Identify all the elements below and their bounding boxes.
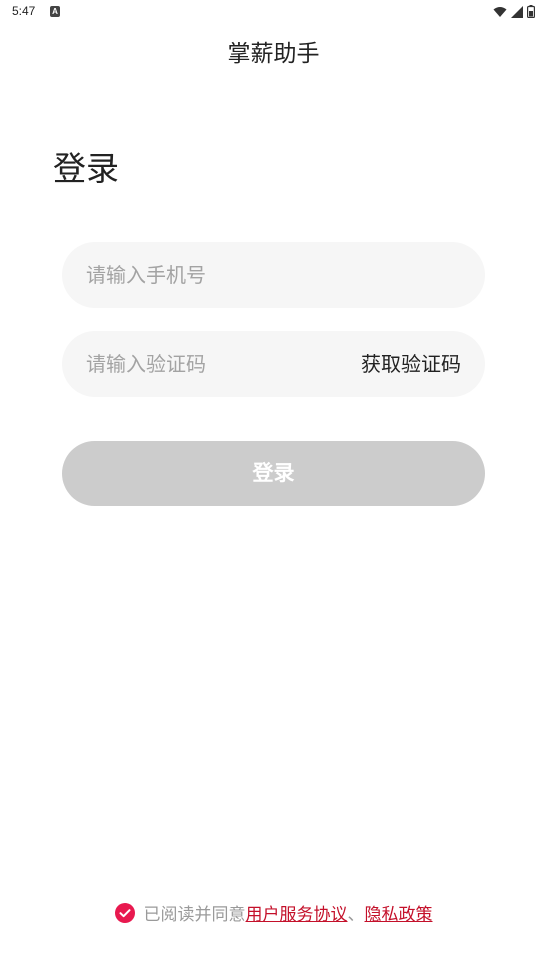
user-agreement-link[interactable]: 用户服务协议	[246, 900, 348, 925]
login-button[interactable]: 登录	[62, 441, 485, 506]
privacy-policy-link[interactable]: 隐私政策	[365, 900, 433, 925]
check-circle-icon[interactable]	[114, 902, 135, 923]
app-title: 掌薪助手	[227, 41, 320, 67]
get-code-button[interactable]: 获取验证码	[361, 331, 461, 397]
signal-icon	[511, 5, 523, 18]
agreement-separator: 、	[347, 905, 365, 925]
verification-code-input[interactable]	[86, 331, 336, 397]
agreement-prefix: 已阅读并同意	[143, 905, 246, 925]
status-icons	[493, 5, 535, 18]
battery-icon	[527, 5, 535, 18]
status-bar: 5:47 A	[0, 0, 547, 24]
phone-input[interactable]	[86, 242, 466, 308]
wifi-icon	[493, 6, 507, 17]
code-field: 获取验证码	[62, 331, 485, 397]
page-heading: 登录	[53, 149, 119, 188]
phone-field	[62, 242, 485, 308]
status-time: 5:47	[12, 4, 36, 18]
agreement: 已阅读并同意 用户服务协议 、 隐私政策	[0, 900, 547, 925]
notification-a-icon: A	[50, 6, 60, 17]
